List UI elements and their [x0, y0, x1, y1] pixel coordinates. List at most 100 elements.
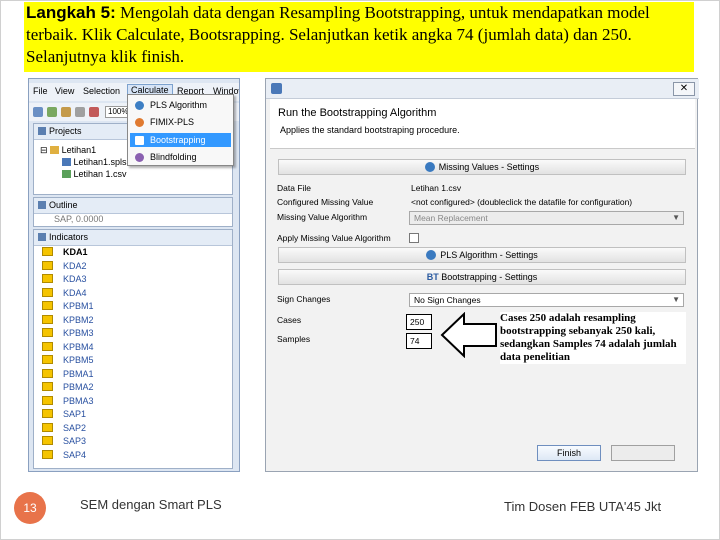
- menu-view[interactable]: View: [55, 86, 74, 96]
- indicator-label: SAP4: [63, 449, 87, 460]
- indicator-icon: [42, 341, 53, 351]
- outline-item[interactable]: SAP, 0.0000: [54, 214, 103, 224]
- indicators-icon: [38, 233, 46, 241]
- indicator-label: KDA2: [63, 260, 87, 271]
- indicator-label: PBMA2: [63, 382, 94, 392]
- indicator-item[interactable]: PBMA2: [42, 381, 94, 395]
- slide-number-badge: 13: [14, 492, 46, 524]
- indicator-label: KPBM4: [63, 341, 94, 352]
- author-credit: Tim Dosen FEB UTA'45 Jkt: [504, 499, 662, 514]
- outline-icon: [38, 201, 46, 209]
- samples-label: Samples: [277, 334, 311, 344]
- indicator-item[interactable]: SAP1: [42, 408, 94, 422]
- indicator-icon: [42, 328, 53, 337]
- configured-missing-value: <not configured> (doubleclick the datafi…: [411, 197, 633, 207]
- fimix-icon: [135, 118, 144, 127]
- menu-item-fimix-pls[interactable]: FIMIX-PLS: [130, 115, 231, 129]
- step-description: Mengolah data dengan Resampling Bootstra…: [26, 3, 650, 66]
- menu-file[interactable]: File: [33, 86, 48, 96]
- cases-input[interactable]: 250: [406, 314, 432, 330]
- help-icon: [424, 162, 435, 172]
- indicator-label: PBMA3: [63, 395, 94, 406]
- finish-button[interactable]: Finish: [537, 445, 601, 461]
- menu-item-blindfolding[interactable]: Blindfolding: [130, 150, 231, 164]
- indicator-item[interactable]: SAP4: [42, 449, 94, 463]
- menu-item-bootstrapping[interactable]: Bootstrapping: [130, 133, 231, 147]
- indicator-icon: [42, 449, 53, 459]
- configured-missing-label: Configured Missing Value: [277, 197, 374, 207]
- indicator-icon: [42, 395, 53, 405]
- bt-icon: BT: [426, 272, 439, 282]
- step-label: Langkah 5:: [26, 3, 116, 22]
- delete-icon[interactable]: [89, 107, 99, 117]
- indicator-label: KPBM3: [63, 328, 94, 338]
- indicator-item[interactable]: PBMA3: [42, 395, 94, 409]
- indicators-panel-title: Indicators: [34, 230, 232, 246]
- dialog-subtitle: Applies the standard bootstraping proced…: [280, 125, 460, 135]
- section-missing-values[interactable]: Missing Values - Settings: [278, 159, 686, 175]
- indicator-label: KPBM2: [63, 314, 94, 325]
- bootstrapping-icon: [135, 136, 144, 145]
- apply-mv-checkbox[interactable]: [409, 233, 419, 243]
- indicator-list: KDA1 KDA2 KDA3 KDA4 KPBM1 KPBM2 KPBM3 KPBM4 KPBM…: [42, 246, 94, 462]
- dialog-titlebar: ✕: [266, 79, 699, 99]
- indicator-label: SAP2: [63, 422, 87, 433]
- app-icon: [271, 83, 282, 94]
- indicator-item[interactable]: KPBM3: [42, 327, 94, 341]
- indicator-icon: [42, 355, 53, 364]
- indicator-item[interactable]: KPBM2: [42, 314, 94, 328]
- data-file-label: Data File: [277, 183, 312, 193]
- save-icon[interactable]: [61, 107, 71, 117]
- course-title: SEM dengan Smart PLS: [80, 497, 222, 512]
- mv-algorithm-select: Mean Replacement ▼: [409, 211, 684, 225]
- cases-label: Cases: [277, 315, 302, 325]
- indicator-icon: [42, 422, 53, 432]
- indicator-item[interactable]: KPBM5: [42, 354, 94, 368]
- instruction-text: Langkah 5: Mengolah data dengan Resampli…: [26, 2, 694, 68]
- section-pls-algorithm[interactable]: PLS Algorithm - Settings: [278, 247, 686, 263]
- samples-input[interactable]: 74: [406, 333, 432, 349]
- indicator-icon: [42, 382, 53, 391]
- project-tree: ⊟ Letihan1 Letihan1.splsm Letihan 1.csv: [40, 144, 134, 180]
- zoom-select[interactable]: 100%: [105, 106, 129, 118]
- section-bootstrapping[interactable]: BT Bootstrapping - Settings: [278, 269, 686, 285]
- menu-item-pls-algorithm[interactable]: PLS Algorithm: [130, 98, 231, 112]
- outline-panel: Outline SAP, 0.0000: [33, 197, 233, 227]
- tree-item-model[interactable]: Letihan1.splsm: [40, 156, 134, 168]
- indicator-icon: [42, 409, 53, 418]
- indicator-label: KPBM1: [63, 301, 94, 311]
- indicator-item[interactable]: KPBM1: [42, 300, 94, 314]
- indicator-icon: [42, 301, 53, 310]
- indicator-item[interactable]: KDA4: [42, 287, 94, 301]
- indicator-item[interactable]: KDA1: [42, 246, 94, 260]
- cancel-button[interactable]: [611, 445, 675, 461]
- open-icon[interactable]: [47, 107, 57, 117]
- indicator-icon: [42, 368, 53, 378]
- indicator-item[interactable]: SAP2: [42, 422, 94, 436]
- sign-changes-select[interactable]: No Sign Changes ▼: [409, 293, 684, 307]
- indicators-panel: Indicators KDA1 KDA2 KDA3 KDA4 KPBM1 KPBM2 KPB…: [33, 229, 233, 469]
- blindfolding-icon: [135, 153, 144, 162]
- calculate-dropdown: PLS Algorithm FIMIX-PLS Bootstrapping Bl…: [127, 94, 234, 166]
- sign-changes-label: Sign Changes: [277, 294, 331, 304]
- new-icon[interactable]: [33, 107, 43, 117]
- print-icon[interactable]: [75, 107, 85, 117]
- menu-selection[interactable]: Selection: [83, 86, 120, 96]
- close-icon[interactable]: ✕: [673, 82, 695, 96]
- pls-icon: [426, 250, 437, 260]
- indicator-item[interactable]: KDA2: [42, 260, 94, 274]
- indicator-item[interactable]: KPBM4: [42, 341, 94, 355]
- indicator-icon: [42, 274, 53, 283]
- tree-item-datafile[interactable]: Letihan 1.csv: [40, 168, 134, 180]
- indicator-item[interactable]: PBMA1: [42, 368, 94, 382]
- indicator-label: SAP1: [63, 409, 87, 419]
- indicator-icon: [42, 314, 53, 324]
- indicator-item[interactable]: SAP3: [42, 435, 94, 449]
- indicator-label: KDA1: [63, 247, 88, 257]
- tree-item-project[interactable]: ⊟ Letihan1: [40, 144, 134, 156]
- indicator-label: PBMA1: [63, 368, 94, 379]
- outline-panel-title: Outline: [34, 198, 232, 214]
- indicator-icon: [42, 247, 53, 256]
- indicator-item[interactable]: KDA3: [42, 273, 94, 287]
- indicator-label: KDA3: [63, 274, 87, 284]
